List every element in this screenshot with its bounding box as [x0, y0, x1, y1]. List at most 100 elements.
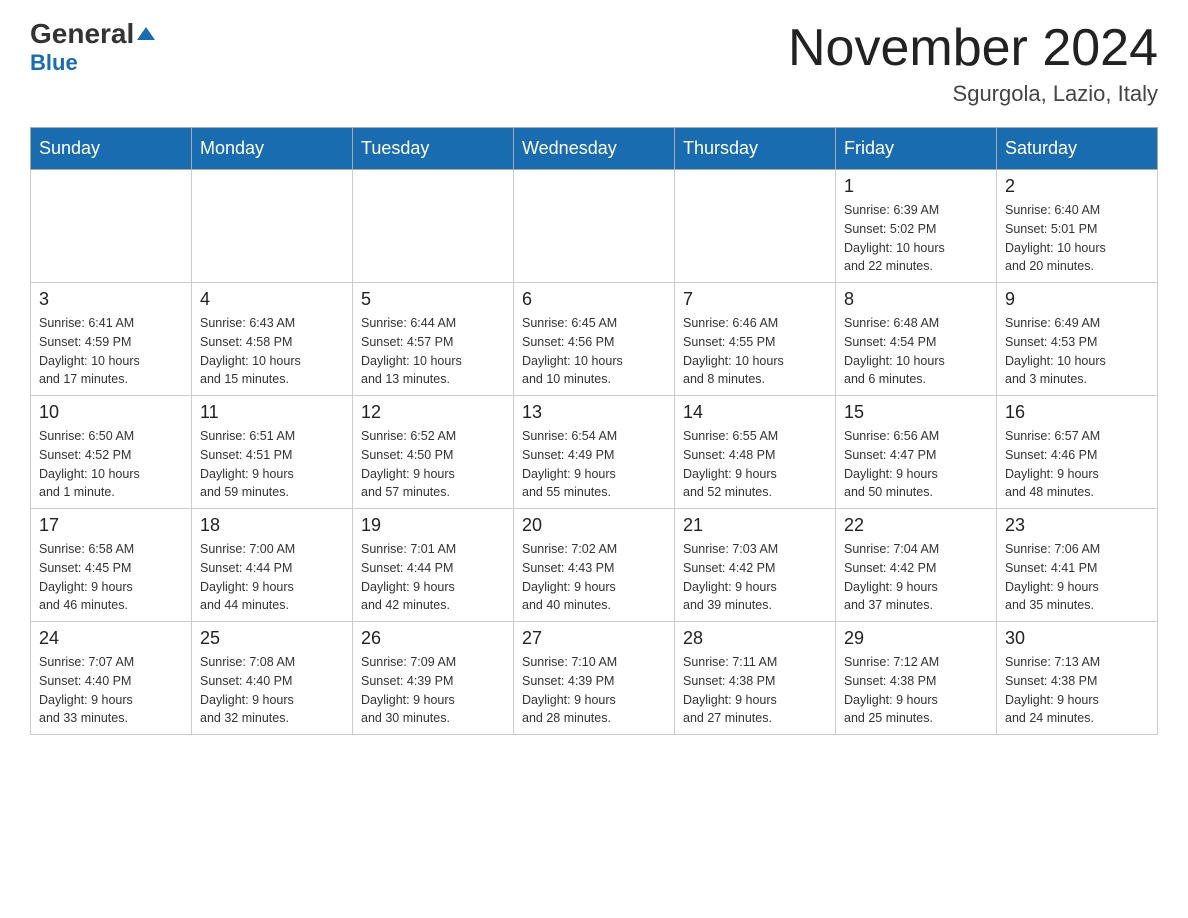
day-info: Sunrise: 7:12 AMSunset: 4:38 PMDaylight:…: [844, 653, 988, 728]
calendar-cell: 2 Sunrise: 6:40 AMSunset: 5:01 PMDaylight…: [997, 170, 1158, 283]
weekday-header-row: SundayMondayTuesdayWednesdayThursdayFrid…: [31, 128, 1158, 170]
calendar-cell: [192, 170, 353, 283]
day-info: Sunrise: 6:49 AMSunset: 4:53 PMDaylight:…: [1005, 314, 1149, 389]
calendar-cell: 10 Sunrise: 6:50 AMSunset: 4:52 PMDayligh…: [31, 396, 192, 509]
day-number: 4: [200, 289, 344, 310]
calendar-cell: 7Sunrise: 6:46 AMSunset: 4:55 PMDaylight…: [675, 283, 836, 396]
day-number: 25: [200, 628, 344, 649]
day-info: Sunrise: 7:01 AMSunset: 4:44 PMDaylight:…: [361, 540, 505, 615]
calendar-cell: 9Sunrise: 6:49 AMSunset: 4:53 PMDaylight…: [997, 283, 1158, 396]
calendar-cell: [31, 170, 192, 283]
calendar-cell: 5 Sunrise: 6:44 AMSunset: 4:57 PMDaylight…: [353, 283, 514, 396]
day-info: Sunrise: 7:08 AMSunset: 4:40 PMDaylight:…: [200, 653, 344, 728]
day-number: 13: [522, 402, 666, 423]
calendar-week-4: 17Sunrise: 6:58 AMSunset: 4:45 PMDayligh…: [31, 509, 1158, 622]
calendar-cell: [353, 170, 514, 283]
calendar-cell: 22 Sunrise: 7:04 AMSunset: 4:42 PMDayligh…: [836, 509, 997, 622]
day-info: Sunrise: 6:55 AMSunset: 4:48 PMDaylight:…: [683, 427, 827, 502]
weekday-header-thursday: Thursday: [675, 128, 836, 170]
calendar-cell: 29 Sunrise: 7:12 AMSunset: 4:38 PMDayligh…: [836, 622, 997, 735]
day-info: Sunrise: 6:56 AMSunset: 4:47 PMDaylight:…: [844, 427, 988, 502]
day-number: 5: [361, 289, 505, 310]
day-info: Sunrise: 6:57 AMSunset: 4:46 PMDaylight:…: [1005, 427, 1149, 502]
day-number: 3: [39, 289, 183, 310]
day-info: Sunrise: 6:44 AMSunset: 4:57 PMDaylight:…: [361, 314, 505, 389]
day-info: Sunrise: 7:00 AMSunset: 4:44 PMDaylight:…: [200, 540, 344, 615]
calendar-cell: 13Sunrise: 6:54 AMSunset: 4:49 PMDayligh…: [514, 396, 675, 509]
day-number: 10: [39, 402, 183, 423]
logo-general: General: [30, 20, 155, 48]
day-number: 7: [683, 289, 827, 310]
calendar-cell: 28 Sunrise: 7:11 AMSunset: 4:38 PMDayligh…: [675, 622, 836, 735]
weekday-header-tuesday: Tuesday: [353, 128, 514, 170]
calendar-cell: 14 Sunrise: 6:55 AMSunset: 4:48 PMDayligh…: [675, 396, 836, 509]
weekday-header-saturday: Saturday: [997, 128, 1158, 170]
day-number: 27: [522, 628, 666, 649]
day-number: 30: [1005, 628, 1149, 649]
day-info: Sunrise: 6:41 AMSunset: 4:59 PMDaylight:…: [39, 314, 183, 389]
day-number: 6: [522, 289, 666, 310]
calendar-cell: 12 Sunrise: 6:52 AMSunset: 4:50 PMDayligh…: [353, 396, 514, 509]
weekday-header-friday: Friday: [836, 128, 997, 170]
calendar-week-3: 10 Sunrise: 6:50 AMSunset: 4:52 PMDayligh…: [31, 396, 1158, 509]
day-info: Sunrise: 7:13 AMSunset: 4:38 PMDaylight:…: [1005, 653, 1149, 728]
calendar-cell: 3 Sunrise: 6:41 AMSunset: 4:59 PMDaylight…: [31, 283, 192, 396]
day-info: Sunrise: 6:48 AMSunset: 4:54 PMDaylight:…: [844, 314, 988, 389]
day-info: Sunrise: 6:45 AMSunset: 4:56 PMDaylight:…: [522, 314, 666, 389]
calendar-table: SundayMondayTuesdayWednesdayThursdayFrid…: [30, 127, 1158, 735]
day-number: 1: [844, 176, 988, 197]
calendar-cell: 27 Sunrise: 7:10 AMSunset: 4:39 PMDayligh…: [514, 622, 675, 735]
calendar-cell: 20 Sunrise: 7:02 AMSunset: 4:43 PMDayligh…: [514, 509, 675, 622]
calendar-cell: 8 Sunrise: 6:48 AMSunset: 4:54 PMDaylight…: [836, 283, 997, 396]
day-number: 14: [683, 402, 827, 423]
day-number: 28: [683, 628, 827, 649]
month-title: November 2024: [788, 20, 1158, 77]
day-number: 26: [361, 628, 505, 649]
calendar-cell: 16Sunrise: 6:57 AMSunset: 4:46 PMDayligh…: [997, 396, 1158, 509]
day-number: 20: [522, 515, 666, 536]
day-info: Sunrise: 6:43 AMSunset: 4:58 PMDaylight:…: [200, 314, 344, 389]
weekday-header-sunday: Sunday: [31, 128, 192, 170]
page-header: General Blue November 2024 Sgurgola, Laz…: [30, 20, 1158, 107]
day-info: Sunrise: 7:11 AMSunset: 4:38 PMDaylight:…: [683, 653, 827, 728]
day-info: Sunrise: 6:58 AMSunset: 4:45 PMDaylight:…: [39, 540, 183, 615]
day-info: Sunrise: 7:09 AMSunset: 4:39 PMDaylight:…: [361, 653, 505, 728]
calendar-cell: 4 Sunrise: 6:43 AMSunset: 4:58 PMDaylight…: [192, 283, 353, 396]
calendar-cell: [514, 170, 675, 283]
day-info: Sunrise: 6:40 AMSunset: 5:01 PMDaylight:…: [1005, 201, 1149, 276]
day-number: 2: [1005, 176, 1149, 197]
weekday-header-wednesday: Wednesday: [514, 128, 675, 170]
day-number: 22: [844, 515, 988, 536]
day-info: Sunrise: 7:10 AMSunset: 4:39 PMDaylight:…: [522, 653, 666, 728]
calendar-week-2: 3 Sunrise: 6:41 AMSunset: 4:59 PMDaylight…: [31, 283, 1158, 396]
calendar-week-5: 24Sunrise: 7:07 AMSunset: 4:40 PMDayligh…: [31, 622, 1158, 735]
calendar-cell: 26 Sunrise: 7:09 AMSunset: 4:39 PMDayligh…: [353, 622, 514, 735]
calendar-cell: 17Sunrise: 6:58 AMSunset: 4:45 PMDayligh…: [31, 509, 192, 622]
calendar-cell: 6 Sunrise: 6:45 AMSunset: 4:56 PMDaylight…: [514, 283, 675, 396]
calendar-cell: 18Sunrise: 7:00 AMSunset: 4:44 PMDayligh…: [192, 509, 353, 622]
calendar-cell: 25 Sunrise: 7:08 AMSunset: 4:40 PMDayligh…: [192, 622, 353, 735]
day-info: Sunrise: 6:51 AMSunset: 4:51 PMDaylight:…: [200, 427, 344, 502]
day-info: Sunrise: 6:39 AMSunset: 5:02 PMDaylight:…: [844, 201, 988, 276]
logo: General Blue: [30, 20, 155, 76]
calendar-cell: 30 Sunrise: 7:13 AMSunset: 4:38 PMDayligh…: [997, 622, 1158, 735]
day-number: 21: [683, 515, 827, 536]
day-info: Sunrise: 6:50 AMSunset: 4:52 PMDaylight:…: [39, 427, 183, 502]
day-number: 12: [361, 402, 505, 423]
day-number: 29: [844, 628, 988, 649]
day-number: 8: [844, 289, 988, 310]
day-number: 19: [361, 515, 505, 536]
day-number: 24: [39, 628, 183, 649]
title-block: November 2024 Sgurgola, Lazio, Italy: [788, 20, 1158, 107]
calendar-cell: 1 Sunrise: 6:39 AMSunset: 5:02 PMDaylight…: [836, 170, 997, 283]
calendar-cell: 21Sunrise: 7:03 AMSunset: 4:42 PMDayligh…: [675, 509, 836, 622]
day-info: Sunrise: 7:02 AMSunset: 4:43 PMDaylight:…: [522, 540, 666, 615]
day-info: Sunrise: 6:52 AMSunset: 4:50 PMDaylight:…: [361, 427, 505, 502]
day-info: Sunrise: 7:06 AMSunset: 4:41 PMDaylight:…: [1005, 540, 1149, 615]
day-info: Sunrise: 7:04 AMSunset: 4:42 PMDaylight:…: [844, 540, 988, 615]
calendar-week-1: 1 Sunrise: 6:39 AMSunset: 5:02 PMDaylight…: [31, 170, 1158, 283]
location: Sgurgola, Lazio, Italy: [788, 81, 1158, 107]
logo-blue: Blue: [30, 50, 78, 76]
calendar-cell: 19 Sunrise: 7:01 AMSunset: 4:44 PMDayligh…: [353, 509, 514, 622]
calendar-cell: [675, 170, 836, 283]
